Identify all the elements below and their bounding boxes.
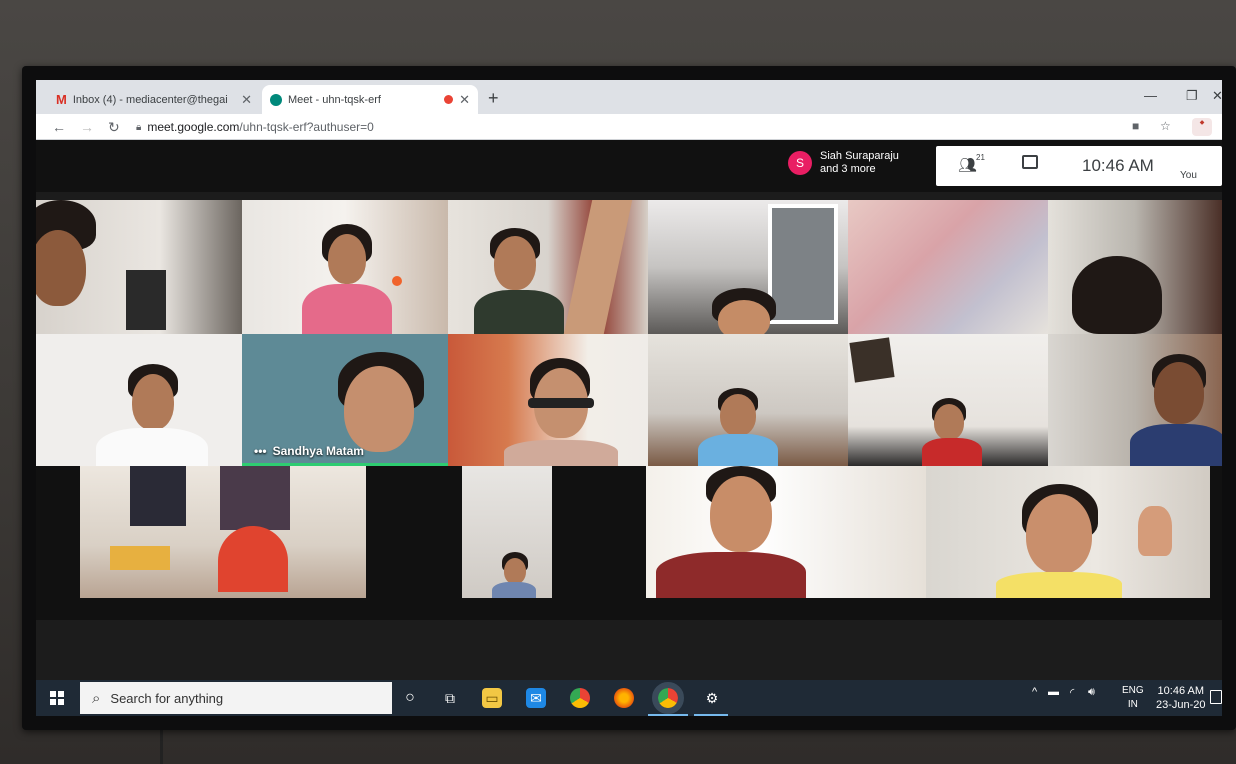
more-options-icon[interactable]: •••: [254, 444, 267, 458]
task-view-icon[interactable]: ⧉: [440, 688, 460, 708]
close-icon[interactable]: ✕: [241, 92, 252, 108]
chat-icon[interactable]: [1022, 155, 1038, 169]
new-tab-icon[interactable]: +: [488, 88, 499, 109]
video-tile[interactable]: [926, 466, 1210, 598]
camera-icon[interactable]: ■: [1132, 119, 1139, 133]
tab-meet[interactable]: Meet - uhn-tqsk-erf ✕: [262, 85, 478, 114]
battery-icon[interactable]: ▬: [1048, 686, 1059, 698]
video-tile[interactable]: [648, 200, 848, 334]
firefox-icon[interactable]: [614, 688, 634, 708]
close-window-icon[interactable]: ✕: [1212, 88, 1222, 104]
windows-taskbar: ⌕ Search for anything ○ ⧉ ▭ ✉ ⚙ ^ ▬ ◜ 🔊︎…: [36, 680, 1222, 716]
lock-icon: 🔒︎: [136, 121, 142, 133]
forward-icon[interactable]: →: [80, 119, 94, 135]
windows-start-icon[interactable]: [50, 691, 64, 705]
search-placeholder: Search for anything: [110, 690, 224, 706]
screen: M Inbox (4) - mediacenter@thegai ✕ Meet …: [36, 80, 1222, 716]
meet-header: S Siah Suraparaju and 3 more 👥︎ 21 10:46…: [36, 140, 1222, 192]
open-app-indicator: [694, 714, 728, 716]
speaker-name-tag: ••• Sandhya Matam: [254, 444, 364, 458]
input-language[interactable]: ENG IN: [1122, 684, 1144, 712]
close-icon[interactable]: ✕: [459, 92, 470, 108]
self-view-label[interactable]: You: [1180, 170, 1197, 181]
taskbar-search-input[interactable]: ⌕ Search for anything: [80, 682, 392, 714]
video-tile[interactable]: [646, 466, 926, 598]
minimize-icon[interactable]: —: [1144, 88, 1157, 103]
presenter-info[interactable]: S Siah Suraparaju and 3 more: [788, 150, 899, 176]
recording-icon: [444, 95, 454, 104]
wifi-icon[interactable]: ◜: [1070, 686, 1074, 699]
video-tile[interactable]: [36, 334, 242, 466]
restore-icon[interactable]: ❐: [1186, 88, 1198, 104]
video-tile[interactable]: [36, 200, 242, 334]
video-tile[interactable]: [242, 200, 448, 334]
video-tile[interactable]: [462, 466, 552, 598]
video-tile[interactable]: [80, 466, 366, 598]
back-icon[interactable]: ←: [52, 119, 66, 135]
chrome-icon[interactable]: [570, 688, 590, 708]
address-bar: ← → ↻ 🔒︎ meet.google.com/uhn-tqsk-erf?au…: [36, 114, 1222, 140]
video-tile[interactable]: [1048, 200, 1222, 334]
meet-controls-panel: 👥︎ 21 10:46 AM You: [936, 146, 1222, 186]
browser-tab-bar: M Inbox (4) - mediacenter@thegai ✕ Meet …: [36, 80, 1222, 114]
reload-icon[interactable]: ↻: [108, 119, 120, 136]
chevron-up-icon[interactable]: ^: [1032, 686, 1037, 698]
url-path: /uhn-tqsk-erf?authuser=0: [239, 120, 374, 134]
presenter-more: and 3 more: [820, 163, 876, 175]
presenter-name: Siah Suraparaju: [820, 150, 899, 162]
active-app-indicator: [648, 714, 688, 716]
url-domain: meet.google.com: [147, 120, 240, 134]
mail-icon[interactable]: ✉: [526, 688, 546, 708]
people-icon[interactable]: 👥︎: [958, 156, 977, 174]
chrome-active-icon[interactable]: [652, 682, 684, 714]
video-grid: ••• Sandhya Matam: [36, 200, 1222, 620]
video-tile[interactable]: [1048, 334, 1222, 466]
avatar: S: [788, 151, 812, 175]
video-tile[interactable]: [448, 334, 648, 466]
settings-icon[interactable]: ⚙: [702, 688, 722, 708]
search-icon: ⌕: [92, 689, 101, 707]
volume-icon[interactable]: 🔊︎: [1088, 686, 1095, 699]
url-field[interactable]: 🔒︎ meet.google.com/uhn-tqsk-erf?authuser…: [136, 118, 1096, 136]
people-count: 21: [976, 153, 985, 162]
meet-icon: [270, 93, 282, 106]
video-tile-active-speaker[interactable]: ••• Sandhya Matam: [242, 334, 448, 466]
video-tile[interactable]: [848, 334, 1048, 466]
tab-gmail[interactable]: M Inbox (4) - mediacenter@thegai ✕: [48, 85, 260, 114]
tv-stand: [160, 730, 163, 764]
star-icon[interactable]: ☆: [1160, 119, 1171, 133]
tv-frame: M Inbox (4) - mediacenter@thegai ✕ Meet …: [22, 66, 1236, 730]
meeting-clock: 10:46 AM: [1082, 156, 1154, 175]
video-tile[interactable]: [848, 200, 1048, 334]
notification-icon[interactable]: [1210, 690, 1222, 704]
video-tile[interactable]: [648, 334, 848, 466]
extension-icon[interactable]: ◆: [1192, 118, 1212, 136]
gmail-icon: M: [56, 92, 67, 107]
cortana-icon[interactable]: ○: [400, 688, 420, 708]
file-explorer-icon[interactable]: ▭: [482, 688, 502, 708]
video-tile[interactable]: [448, 200, 648, 334]
tab-meet-label: Meet - uhn-tqsk-erf: [288, 93, 381, 106]
taskbar-clock[interactable]: 10:46 AM 23-Jun-20: [1156, 684, 1206, 712]
tab-gmail-label: Inbox (4) - mediacenter@thegai: [72, 93, 228, 106]
